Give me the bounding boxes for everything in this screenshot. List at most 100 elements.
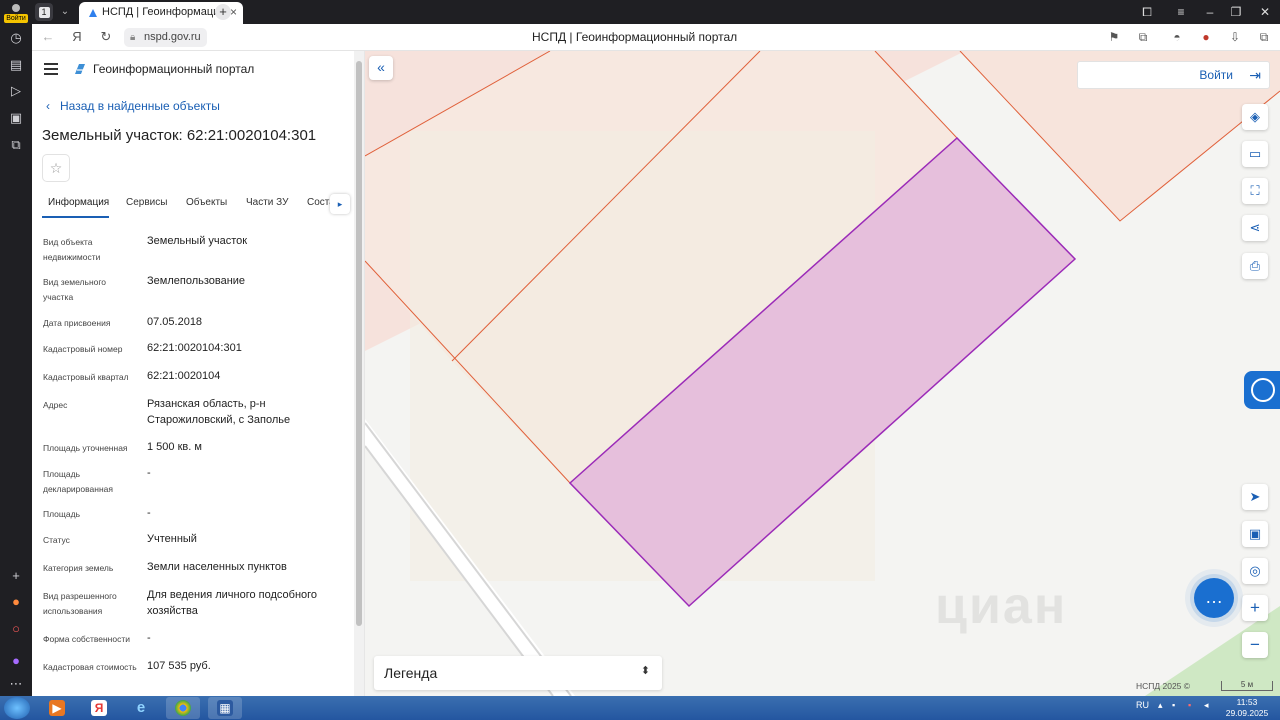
map-canvas bbox=[365, 51, 1280, 696]
browser-sidebar: Войти ◷ ▤ ▷ ▣ ⧉ + ● ○ ● ⋯ bbox=[0, 0, 32, 696]
new-tab-button[interactable]: + bbox=[215, 4, 231, 20]
system-clock[interactable]: 11:53 29.09.2025 bbox=[1222, 697, 1272, 719]
login-button[interactable]: Войти ⇥ bbox=[1077, 61, 1270, 89]
field-label: Кадастровая стоимость bbox=[43, 662, 137, 672]
area-select-icon[interactable]: ⛶ bbox=[1242, 178, 1268, 204]
menu-icon[interactable]: ≡ bbox=[1173, 4, 1189, 20]
map-copyright: НСПД 2025 © bbox=[1136, 681, 1191, 691]
legend-dropdown[interactable]: Легенда ⬍ bbox=[374, 656, 662, 690]
tab-objects[interactable]: Объекты bbox=[186, 197, 227, 208]
bookmark-star-icon[interactable]: ⚑ bbox=[1107, 30, 1121, 44]
tray-up-icon[interactable]: ▴ bbox=[1158, 700, 1163, 711]
tab-info[interactable]: Информация bbox=[48, 197, 109, 208]
alice-icon[interactable]: ○ bbox=[8, 621, 24, 637]
collapse-panel-button[interactable]: « bbox=[369, 56, 393, 80]
search-location-icon[interactable]: ◎ bbox=[1242, 558, 1268, 584]
zoom-in-icon[interactable]: + bbox=[1242, 595, 1268, 621]
screenshot-icon[interactable]: ⧉ bbox=[8, 137, 24, 153]
extensions-icon[interactable]: ⧉ bbox=[1257, 30, 1271, 44]
hamburger-menu-icon[interactable] bbox=[44, 63, 58, 75]
reader-icon[interactable]: ⧉ bbox=[1136, 30, 1150, 44]
tab-parts[interactable]: Части ЗУ bbox=[246, 197, 288, 208]
bookmark-icon[interactable]: ⧠ bbox=[1139, 4, 1155, 20]
chevron-left-icon: ‹ bbox=[46, 99, 50, 113]
chat-bubble-icon[interactable]: … bbox=[1194, 578, 1234, 618]
print-icon[interactable]: ⎙ bbox=[1242, 253, 1268, 279]
app-name: Геоинформационный портал bbox=[93, 62, 255, 76]
url-field[interactable]: 🔒︎ nspd.gov.ru bbox=[124, 28, 207, 47]
login-label: Войти bbox=[1199, 68, 1233, 82]
favicon-icon bbox=[89, 9, 97, 17]
field-value: - bbox=[147, 507, 151, 519]
field-value: Земли населенных пунктов bbox=[147, 561, 287, 573]
start-button[interactable] bbox=[4, 697, 30, 719]
taskbar-media[interactable]: ▶ bbox=[40, 697, 74, 719]
info-tabs: Информация Сервисы Объекты Части ЗУ Сост… bbox=[32, 189, 355, 219]
more-icon[interactable]: ⋯ bbox=[8, 676, 24, 692]
lock-icon: 🔒︎ bbox=[130, 32, 136, 43]
taskbar-calculator[interactable]: ▦ bbox=[208, 697, 242, 719]
chevron-down-icon[interactable]: ⌄ bbox=[56, 3, 74, 21]
window-close-icon[interactable]: ✕ bbox=[1257, 4, 1273, 20]
scrollbar-thumb[interactable] bbox=[356, 61, 362, 626]
field-label: Статус bbox=[43, 535, 70, 545]
field-label: Кадастровый квартал bbox=[43, 372, 129, 382]
taskbar-ie[interactable]: e bbox=[124, 697, 158, 719]
field-value: - bbox=[147, 467, 151, 479]
field-value: Землепользование bbox=[147, 275, 246, 287]
clock-date: 29.09.2025 bbox=[1225, 708, 1269, 718]
assistant-icon[interactable]: ● bbox=[8, 653, 24, 669]
extension-icon[interactable]: ● bbox=[1199, 30, 1213, 44]
map-view[interactable]: циан « Войти ⇥ ◈ ▭ ⛶ ⋖ ⎙ ➤ ▣ ◎ + − … Лег… bbox=[365, 51, 1280, 696]
geolocation-icon[interactable]: ➤ bbox=[1242, 484, 1268, 510]
layers-icon[interactable]: ◈ bbox=[1242, 104, 1268, 130]
share-icon[interactable]: ⋖ bbox=[1242, 215, 1268, 241]
history-icon[interactable]: ◷ bbox=[8, 30, 24, 46]
favorite-star-icon[interactable]: ☆ bbox=[42, 154, 70, 182]
close-icon[interactable]: × bbox=[230, 5, 237, 19]
chevron-updown-icon: ⬍ bbox=[640, 665, 650, 677]
collections-icon[interactable]: ▤ bbox=[8, 57, 24, 73]
tabs-next-arrow-icon[interactable]: ▸ bbox=[330, 194, 350, 214]
network-icon[interactable]: ▪ bbox=[1188, 700, 1191, 710]
reload-icon[interactable]: ↻ bbox=[98, 29, 114, 45]
tab-count-button[interactable]: 1 bbox=[35, 3, 53, 21]
play-icon[interactable]: ▷ bbox=[8, 83, 24, 99]
field-label: Категория земель bbox=[43, 563, 114, 573]
field-label: Площадь bbox=[43, 509, 81, 519]
chrome-icon bbox=[175, 700, 191, 716]
taskbar-yandex[interactable]: Я bbox=[82, 697, 116, 719]
ruler-icon[interactable]: ▭ bbox=[1242, 141, 1268, 167]
field-label: Площадь уточненная bbox=[43, 443, 128, 453]
tray-app-icon[interactable]: ▪ bbox=[1172, 700, 1175, 710]
zoom-out-icon[interactable]: − bbox=[1242, 632, 1268, 658]
vpn-icon[interactable]: ◓ bbox=[1170, 30, 1184, 44]
field-value: 107 535 руб. bbox=[147, 660, 211, 672]
field-value: Земельный участок bbox=[147, 235, 248, 247]
language-indicator[interactable]: RU bbox=[1136, 700, 1149, 710]
downloads-icon[interactable]: ⇩ bbox=[1228, 30, 1242, 44]
taskbar-chrome[interactable] bbox=[166, 697, 200, 719]
back-icon[interactable]: ← bbox=[40, 29, 56, 45]
ie-icon: e bbox=[136, 699, 146, 716]
field-value: Рязанская область, р-н Старожиловский, с… bbox=[147, 398, 291, 426]
field-label: Вид объекта недвижимости bbox=[43, 237, 101, 262]
tab-services[interactable]: Сервисы bbox=[126, 197, 167, 208]
portal-widget-button[interactable] bbox=[1244, 371, 1280, 409]
legend-label: Легенда bbox=[384, 665, 438, 681]
profile-button[interactable]: Войти bbox=[4, 2, 28, 24]
minimap-icon[interactable]: ▣ bbox=[1242, 521, 1268, 547]
tabs-icon[interactable]: ▣ bbox=[8, 110, 24, 126]
object-panel: Геоинформационный портал ‹ Назад в найден… bbox=[32, 51, 365, 696]
minimize-icon[interactable]: – bbox=[1202, 4, 1218, 20]
address-bar: ← Я ↻ 🔒︎ nspd.gov.ru НСПД | Геоинформаци… bbox=[32, 24, 1280, 51]
back-to-results-link[interactable]: ‹ Назад в найденные объекты bbox=[46, 99, 220, 113]
restore-icon[interactable]: ❐ bbox=[1228, 4, 1244, 20]
calculator-icon: ▦ bbox=[217, 700, 233, 716]
panel-scrollbar[interactable] bbox=[354, 51, 364, 696]
yandex-icon[interactable]: Я bbox=[69, 29, 85, 45]
add-icon[interactable]: + bbox=[8, 568, 24, 584]
login-arrow-icon: ⇥ bbox=[1249, 67, 1261, 83]
volume-icon[interactable]: ◂ bbox=[1204, 700, 1209, 711]
app-icon[interactable]: ● bbox=[8, 594, 24, 610]
